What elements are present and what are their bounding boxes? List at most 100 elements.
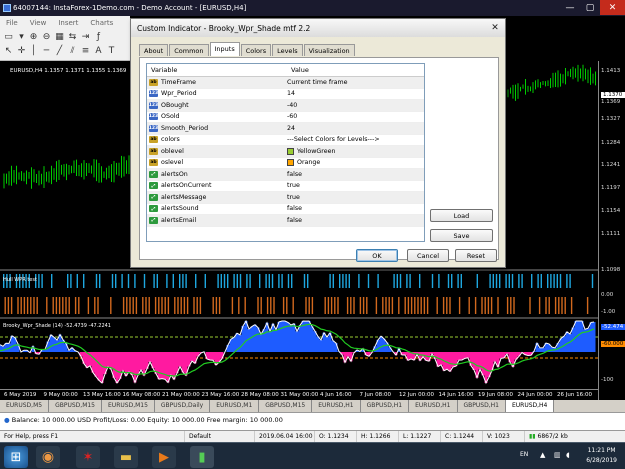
maximize-button[interactable]: ▢ <box>580 0 600 15</box>
input-value[interactable]: Current time frame <box>285 79 348 86</box>
language-indicator[interactable]: EN <box>520 451 528 458</box>
input-value[interactable]: -60 <box>285 113 297 120</box>
histogram-bar-down <box>490 297 493 314</box>
label-icon[interactable]: T <box>106 46 117 57</box>
close-window-button[interactable]: ✕ <box>600 0 625 15</box>
tab-common[interactable]: Common <box>169 44 209 56</box>
input-row[interactable]: ab TimeFrame Current time frame <box>147 77 424 89</box>
cursor-icon[interactable]: ↖ <box>3 46 14 57</box>
histogram-bar-down <box>324 297 326 314</box>
histogram-bar-up <box>377 274 379 288</box>
input-row[interactable]: ⤢ alertsOn false <box>147 169 424 181</box>
input-value[interactable]: 24 <box>285 125 295 132</box>
folder-icon[interactable]: ▬ <box>114 446 138 468</box>
tab-inputs[interactable]: Inputs <box>209 42 240 56</box>
input-value[interactable]: Orange <box>285 159 320 167</box>
menu-insert[interactable]: Insert <box>52 19 84 27</box>
input-row[interactable]: 123 OBought -40 <box>147 100 424 112</box>
start-button-icon[interactable]: ⊞ <box>4 446 28 468</box>
media-player-icon[interactable]: ▶ <box>152 446 176 468</box>
input-value[interactable]: ---Select Colors for Levels---> <box>285 136 380 143</box>
zoom-out-icon[interactable]: ⊖ <box>41 32 52 43</box>
indicators-icon[interactable]: ƒ <box>93 32 104 43</box>
save-button[interactable]: Save <box>430 229 493 242</box>
zoom-in-icon[interactable]: ⊕ <box>28 32 39 43</box>
tray-chevron-icon[interactable]: ▲ <box>540 451 545 459</box>
cancel-button[interactable]: Cancel <box>407 249 449 262</box>
input-value[interactable]: true <box>285 182 300 189</box>
fibo-icon[interactable]: ≡ <box>80 46 91 57</box>
network-icon[interactable]: ▥ <box>554 451 561 459</box>
histogram-bar-down <box>110 297 112 314</box>
chart-tab[interactable]: GBPUSD,H1 <box>361 400 410 412</box>
chart-tab[interactable]: EURUSD,H1 <box>312 400 361 412</box>
load-button[interactable]: Load <box>430 209 493 222</box>
chart-tab[interactable]: EURUSD,M1 <box>210 400 260 412</box>
new-chart-icon[interactable]: ▭ <box>3 32 14 43</box>
input-value[interactable]: false <box>285 205 302 212</box>
input-row[interactable]: ⤢ alertsSound false <box>147 204 424 215</box>
system-clock[interactable]: 11:21 PM 6/28/2019 <box>586 446 617 466</box>
input-value[interactable]: -40 <box>285 102 297 109</box>
tab-about[interactable]: About <box>139 44 169 56</box>
channel-icon[interactable]: ⫽ <box>67 46 78 57</box>
histogram-bar-down <box>94 297 96 314</box>
input-variable: ab TimeFrame <box>147 78 285 86</box>
chart-tab[interactable]: GBPUSD,H1 <box>458 400 506 412</box>
histogram-bar-up <box>121 274 123 288</box>
chart-tab-active[interactable]: EURUSD,H4 <box>505 400 555 412</box>
tab-colors[interactable]: Colors <box>240 44 272 56</box>
input-row[interactable]: ⤢ alertsEmail false <box>147 215 424 227</box>
chart-tab[interactable]: GBPUSD,Daily <box>155 400 211 412</box>
reset-button[interactable]: Reset <box>455 249 497 262</box>
input-value[interactable]: false <box>285 217 302 224</box>
grid-icon[interactable]: ▦ <box>54 32 65 43</box>
trading-app-icon[interactable]: ✶ <box>76 446 100 468</box>
input-value[interactable]: 14 <box>285 90 295 97</box>
input-row[interactable]: ab oslevel Orange <box>147 158 424 169</box>
ok-button[interactable]: OK <box>356 249 398 262</box>
metatrader-icon[interactable]: ▮ <box>190 446 214 468</box>
input-row[interactable]: 123 Smooth_Period 24 <box>147 123 424 135</box>
clr-type-icon: ab <box>149 147 158 155</box>
chart-tab[interactable]: GBPUSD,M15 <box>259 400 313 412</box>
menu-view[interactable]: View <box>24 19 53 27</box>
histogram-bar-down <box>199 297 202 314</box>
chevron-down-icon[interactable]: ▾ <box>16 32 27 43</box>
input-row[interactable]: ⤢ alertsMessage true <box>147 192 424 204</box>
histogram-bar-down <box>410 297 413 314</box>
input-value[interactable]: true <box>285 194 300 201</box>
input-value[interactable]: false <box>285 171 302 178</box>
menu-charts[interactable]: Charts <box>84 19 119 27</box>
chart-tabs: EURUSD,M5 GBPUSD,M15 EURUSD,M15 GBPUSD,D… <box>0 400 625 412</box>
crosshair-icon[interactable]: ✛ <box>16 46 27 57</box>
minimize-button[interactable]: — <box>560 0 580 15</box>
scroll-icon[interactable]: ⇆ <box>67 32 78 43</box>
menu-file[interactable]: File <box>0 19 24 27</box>
chart-tab[interactable]: EURUSD,M5 <box>0 400 50 412</box>
chrome-icon[interactable]: ◉ <box>36 446 60 468</box>
volume-icon[interactable]: ◖ <box>566 451 570 459</box>
horizontal-line-icon[interactable]: ─ <box>41 46 52 57</box>
input-row[interactable]: ab colors ---Select Colors for Levels---> <box>147 135 424 146</box>
shift-icon[interactable]: ⇥ <box>80 32 91 43</box>
histogram-bar-up <box>156 274 158 288</box>
histogram-bar-down <box>174 297 176 314</box>
input-row[interactable]: ab oblevel YellowGreen <box>147 146 424 158</box>
tab-visualization[interactable]: Visualization <box>303 44 355 56</box>
text-icon[interactable]: A <box>93 46 104 57</box>
input-row[interactable]: 123 OSold -60 <box>147 112 424 123</box>
input-row[interactable]: 123 Wpr_Period 14 <box>147 89 424 100</box>
chart-tab[interactable]: GBPUSD,M15 <box>49 400 103 412</box>
histogram-bar-down <box>62 297 64 314</box>
vertical-line-icon[interactable]: │ <box>28 46 39 57</box>
input-value[interactable]: YellowGreen <box>285 147 336 155</box>
close-icon[interactable]: ✕ <box>488 22 502 34</box>
input-row[interactable]: ⤢ alertsOnCurrent true <box>147 181 424 192</box>
tab-levels[interactable]: Levels <box>272 44 303 56</box>
chart-tab[interactable]: EURUSD,H1 <box>409 400 458 412</box>
histogram-bar-down <box>193 297 195 314</box>
chart-tab[interactable]: EURUSD,M15 <box>102 400 155 412</box>
trendline-icon[interactable]: ╱ <box>54 46 65 57</box>
input-value-text: YellowGreen <box>297 147 336 155</box>
